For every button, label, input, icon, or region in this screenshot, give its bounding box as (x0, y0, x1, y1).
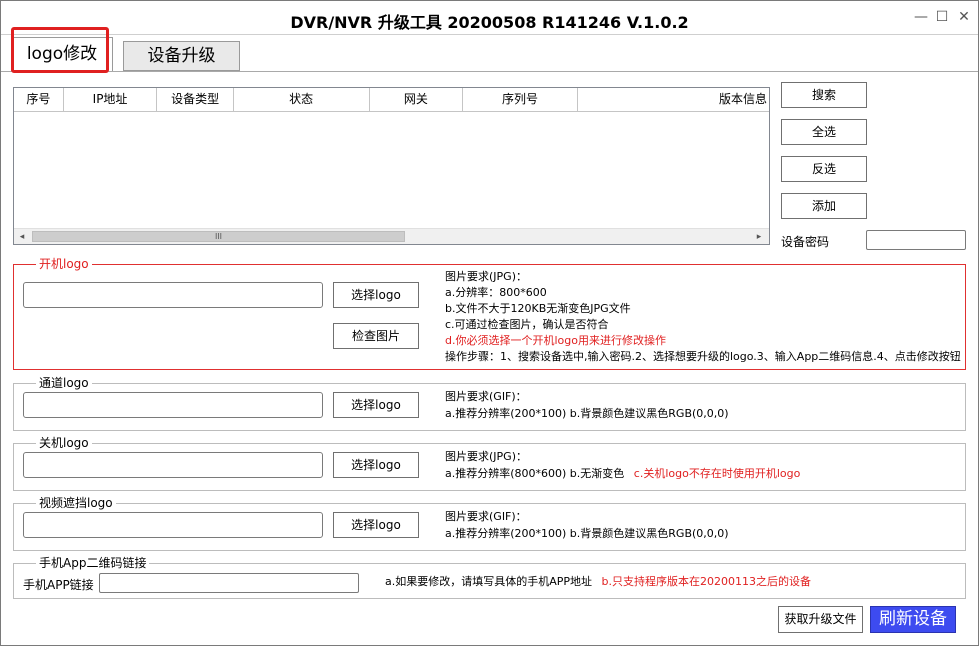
refresh-device-button[interactable]: 刷新设备 (870, 606, 956, 633)
column-header[interactable]: 序列号 (463, 88, 578, 112)
group-title: 手机App二维码链接 (36, 556, 150, 570)
device-table-header: 序号 IP地址 设备类型 状态 网关 序列号 版本信息 (14, 88, 769, 112)
app-link-hint: a.如果要修改，请填写具体的手机APP地址 b.只支持程序版本在20200113… (385, 574, 811, 590)
column-header[interactable]: 网关 (370, 88, 464, 112)
channel-logo-path-field[interactable] (23, 392, 323, 418)
video-block-logo-select-button[interactable]: 选择logo (333, 512, 419, 538)
shutdown-logo-req-text: a.推荐分辨率(800*600) b.无渐变色 (445, 467, 625, 480)
group-title: 通道logo (36, 376, 92, 390)
group-title: 开机logo (36, 257, 92, 271)
app-link-hint-note: b.只支持程序版本在20200113之后的设备 (601, 575, 811, 588)
shutdown-logo-select-button[interactable]: 选择logo (333, 452, 419, 478)
add-button[interactable]: 添加 (781, 193, 867, 219)
boot-logo-path-field[interactable] (23, 282, 323, 308)
app-link-field[interactable] (99, 573, 359, 593)
invert-selection-button[interactable]: 反选 (781, 156, 867, 182)
group-title: 视频遮挡logo (36, 496, 116, 510)
channel-logo-req-line: a.推荐分辨率(200*100) b.背景颜色建议黑色RGB(0,0,0) (445, 407, 729, 420)
column-header[interactable]: 状态 (234, 88, 370, 112)
column-header[interactable]: 序号 (14, 88, 64, 112)
boot-logo-steps: 操作步骤：1、搜索设备选中,输入密码.2、选择想要升级的logo.3、输入App… (445, 350, 961, 363)
boot-logo-req-line: 图片要求(JPG)： (445, 270, 527, 283)
video-block-logo-req-title: 图片要求(GIF)： (445, 510, 527, 523)
close-icon[interactable]: ✕ (956, 9, 972, 25)
video-block-logo-path-field[interactable] (23, 512, 323, 538)
tab-strip-divider (1, 71, 978, 72)
app-link-hint-text: a.如果要修改，请填写具体的手机APP地址 (385, 575, 593, 588)
shutdown-logo-req-title: 图片要求(JPG)： (445, 450, 527, 463)
maximize-icon[interactable]: ☐ (934, 9, 950, 25)
device-table[interactable]: 序号 IP地址 设备类型 状态 网关 序列号 版本信息 ◂ III ▸ (13, 87, 770, 245)
check-image-button[interactable]: 检查图片 (333, 323, 419, 349)
video-block-logo-req-line: a.推荐分辨率(200*100) b.背景颜色建议黑色RGB(0,0,0) (445, 527, 729, 540)
boot-logo-select-button[interactable]: 选择logo (333, 282, 419, 308)
boot-logo-req-warning: d.你必须选择一个开机logo用来进行修改操作 (445, 334, 666, 347)
group-title: 关机logo (36, 436, 92, 450)
scroll-right-icon[interactable]: ▸ (753, 231, 765, 243)
app-link-label: 手机APP链接 (23, 578, 94, 592)
window-title: DVR/NVR 升级工具 20200508 R141246 V.1.0.2 (290, 13, 689, 32)
column-header[interactable]: 版本信息 (578, 88, 769, 112)
shutdown-logo-req-note: c.关机logo不存在时使用开机logo (633, 467, 801, 480)
channel-logo-req-title: 图片要求(GIF)： (445, 390, 527, 403)
minimize-icon[interactable]: — (913, 9, 929, 25)
password-field[interactable] (866, 230, 966, 250)
app-window: DVR/NVR 升级工具 20200508 R141246 V.1.0.2 — … (0, 0, 979, 646)
scroll-thumb[interactable]: III (32, 231, 405, 242)
tab-highlight-frame (11, 27, 109, 73)
tab-device-upgrade[interactable]: 设备升级 (123, 41, 240, 71)
shutdown-logo-req-line: a.推荐分辨率(800*600) b.无渐变色 c.关机logo不存在时使用开机… (445, 466, 800, 482)
column-header[interactable]: 设备类型 (157, 88, 234, 112)
shutdown-logo-path-field[interactable] (23, 452, 323, 478)
channel-logo-select-button[interactable]: 选择logo (333, 392, 419, 418)
boot-logo-req-line: a.分辨率：800*600 (445, 286, 547, 299)
column-header[interactable]: IP地址 (64, 88, 158, 112)
select-all-button[interactable]: 全选 (781, 119, 867, 145)
search-button[interactable]: 搜索 (781, 82, 867, 108)
horizontal-scrollbar[interactable]: ◂ III ▸ (14, 228, 769, 244)
boot-logo-req-line: b.文件不大于120KB无渐变色JPG文件 (445, 302, 631, 315)
password-label: 设备密码 (781, 235, 830, 249)
title-bar: DVR/NVR 升级工具 20200508 R141246 V.1.0.2 — … (1, 1, 978, 35)
scroll-left-icon[interactable]: ◂ (16, 231, 28, 243)
boot-logo-req-line: c.可通过检查图片，确认是否符合 (445, 318, 609, 331)
get-upgrade-file-button[interactable]: 获取升级文件 (778, 606, 863, 633)
